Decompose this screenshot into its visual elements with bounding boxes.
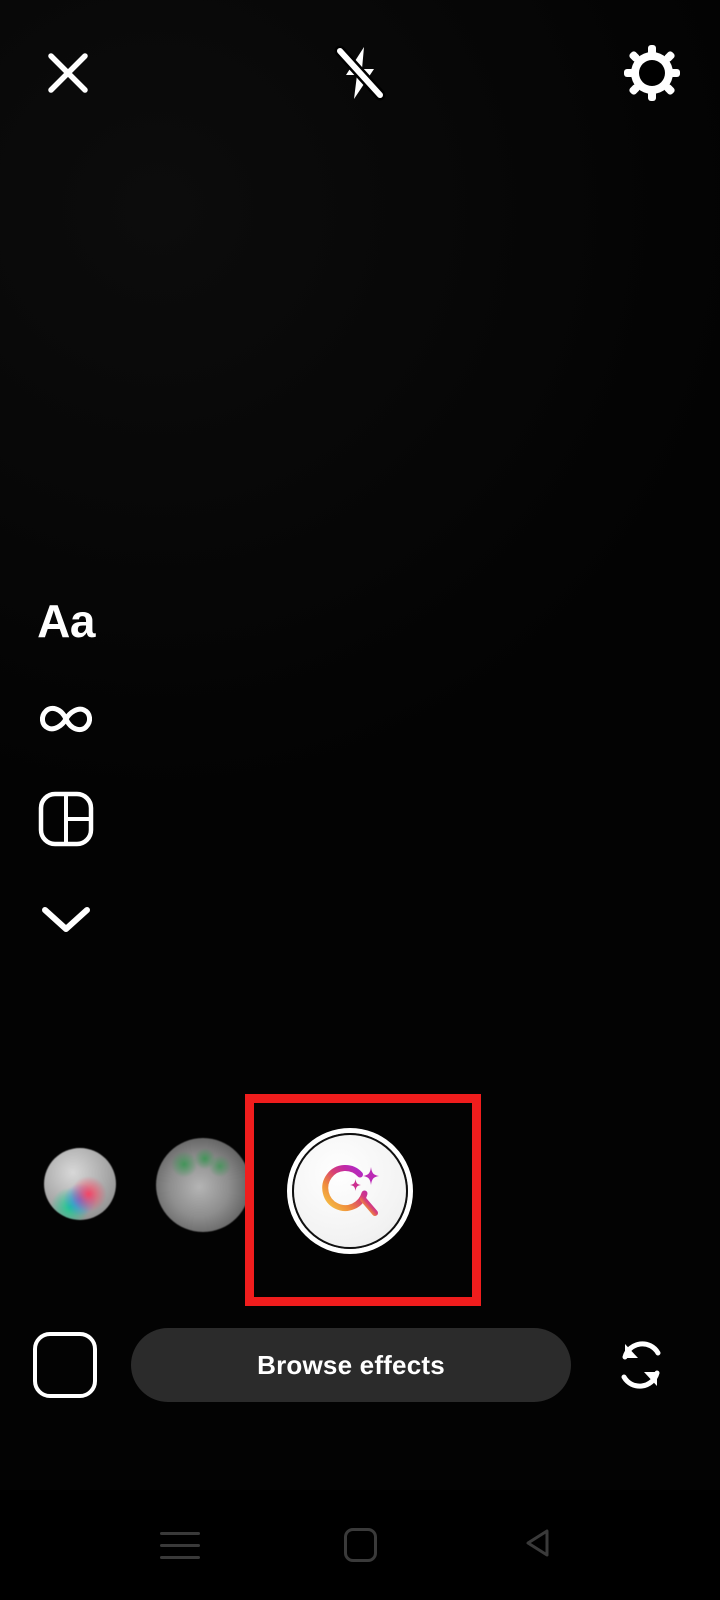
tool-layout[interactable]	[20, 775, 112, 867]
nav-recents-button[interactable]	[145, 1510, 215, 1580]
tool-more[interactable]	[20, 875, 112, 967]
android-nav-bar	[0, 1490, 720, 1600]
close-x-icon	[40, 45, 96, 106]
home-square-icon	[343, 1528, 377, 1562]
layout-grid-icon	[37, 790, 95, 853]
flash-toggle-button[interactable]	[322, 37, 398, 113]
magnifier-sparkle-icon	[313, 1152, 387, 1231]
infinity-boomerang-icon	[35, 699, 97, 744]
tool-text-label: Aa	[37, 595, 95, 647]
browse-effects-disc	[292, 1133, 408, 1249]
nav-back-button[interactable]	[505, 1510, 575, 1580]
flash-off-icon	[328, 41, 392, 110]
close-button[interactable]	[30, 37, 106, 113]
gear-icon	[622, 43, 682, 108]
tool-rail: Aa	[18, 575, 114, 975]
top-bar	[0, 0, 720, 150]
nav-home-button[interactable]	[325, 1510, 395, 1580]
browse-effects-carousel-item[interactable]	[287, 1128, 413, 1254]
tool-text[interactable]: Aa	[20, 575, 112, 667]
settings-button[interactable]	[614, 37, 690, 113]
tool-boomerang[interactable]	[20, 675, 112, 767]
recents-lines-icon	[160, 1531, 200, 1559]
camera-screen: Aa Browse effects	[0, 0, 720, 1600]
back-triangle-icon	[521, 1524, 559, 1567]
bottom-action-bar	[0, 1316, 720, 1416]
chevron-down-icon	[39, 902, 93, 941]
